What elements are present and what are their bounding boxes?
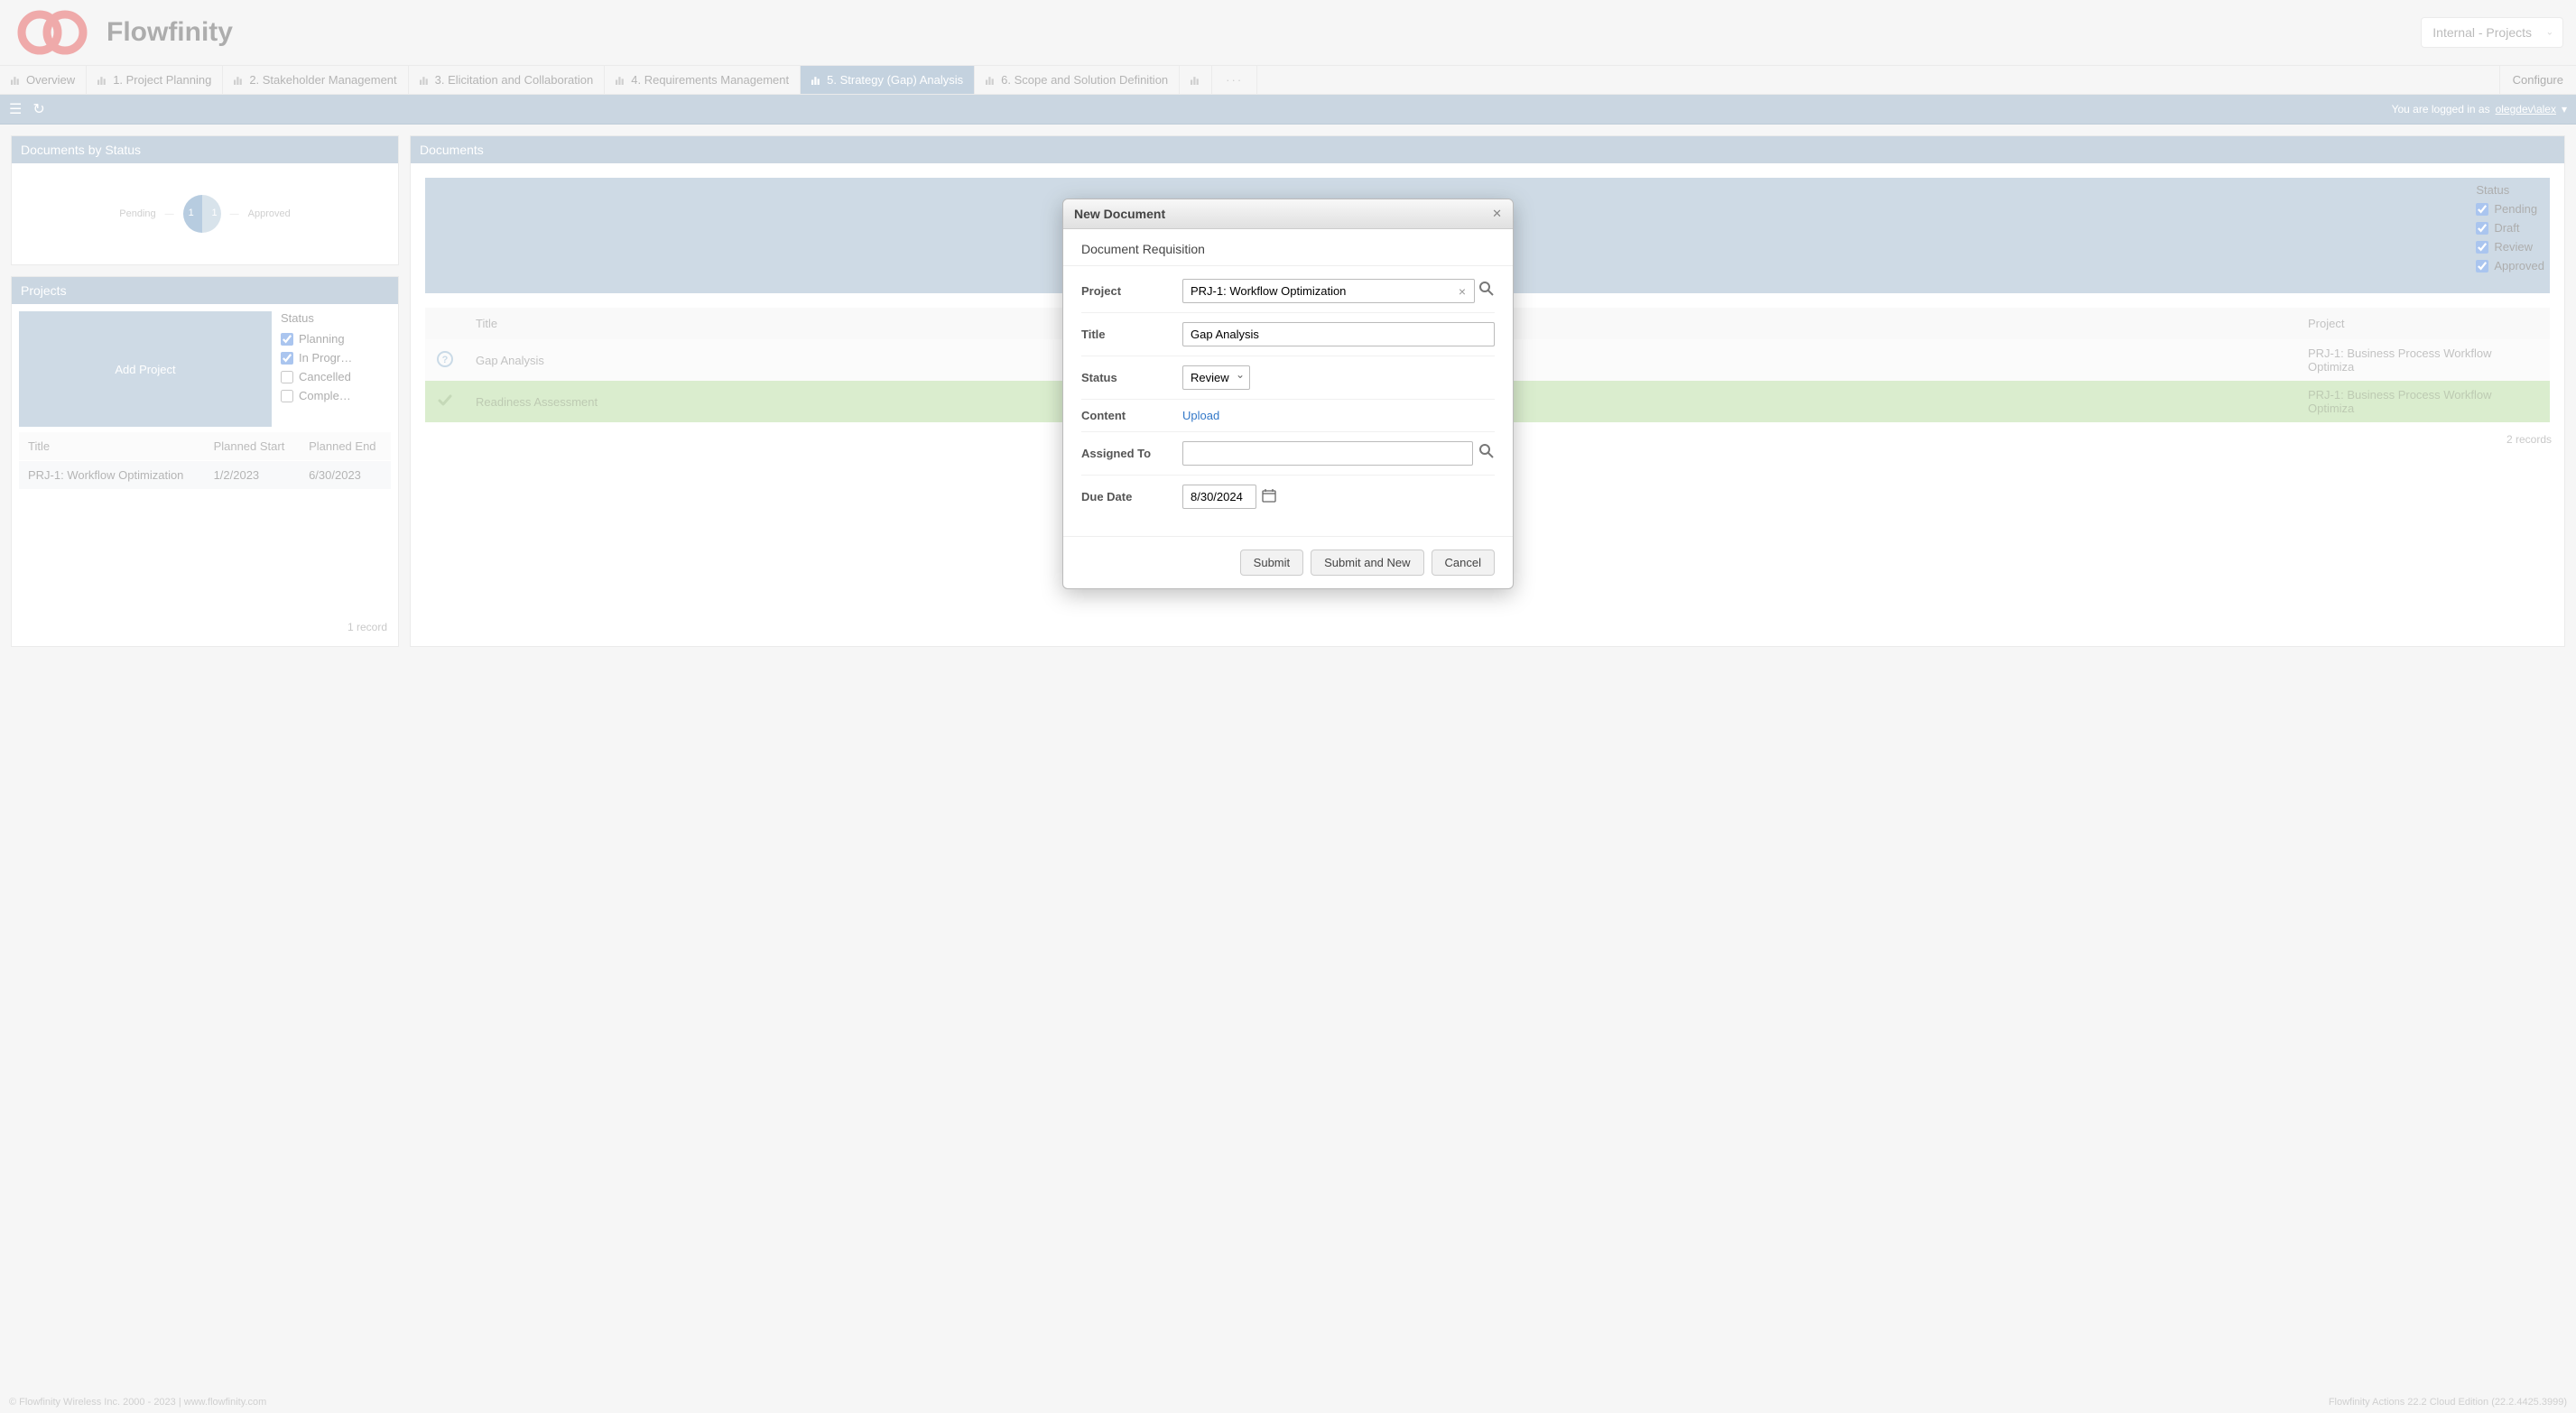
status-select[interactable]: Review [1182,365,1250,390]
dialog-form: Project × Title Status [1063,266,1513,536]
assigned-input[interactable] [1182,441,1473,466]
dialog-title: New Document [1074,207,1165,221]
field-label: Title [1081,328,1172,341]
cancel-button[interactable]: Cancel [1432,550,1495,576]
clear-icon[interactable]: × [1459,284,1466,299]
field-title: Title [1081,313,1495,356]
field-label: Project [1081,284,1172,298]
new-document-dialog: New Document ✕ Document Requisition Proj… [1062,199,1514,589]
field-label: Due Date [1081,490,1172,503]
field-label: Status [1081,371,1172,384]
upload-link[interactable]: Upload [1182,409,1219,422]
submit-and-new-button[interactable]: Submit and New [1311,550,1423,576]
calendar-icon[interactable] [1262,488,1276,505]
search-icon[interactable] [1478,281,1495,301]
field-content: Content Upload [1081,400,1495,432]
field-label: Content [1081,409,1172,422]
field-due-date: Due Date [1081,476,1495,518]
dialog-titlebar[interactable]: New Document ✕ [1063,199,1513,229]
due-date-input[interactable] [1182,485,1256,509]
submit-button[interactable]: Submit [1240,550,1303,576]
field-project: Project × [1081,270,1495,313]
close-icon[interactable]: ✕ [1492,207,1502,221]
dialog-subtitle: Document Requisition [1063,229,1513,266]
field-label: Assigned To [1081,447,1172,460]
modal-overlay: New Document ✕ Document Requisition Proj… [0,0,2576,1413]
search-icon[interactable] [1478,443,1495,464]
dialog-actions: Submit Submit and New Cancel [1063,536,1513,588]
field-status: Status Review [1081,356,1495,400]
title-input[interactable] [1182,322,1495,346]
field-assigned: Assigned To [1081,432,1495,476]
project-input[interactable] [1182,279,1475,303]
